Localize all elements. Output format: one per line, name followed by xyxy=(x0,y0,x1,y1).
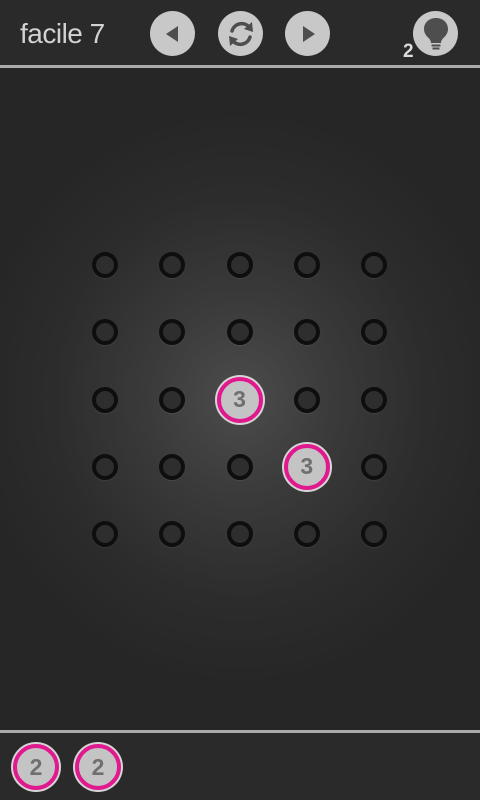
board-hole[interactable] xyxy=(293,319,320,346)
board-hole[interactable] xyxy=(361,453,387,480)
board-hole[interactable] xyxy=(293,521,320,547)
board-hole[interactable] xyxy=(226,521,253,547)
tray-number-token[interactable]: 2 xyxy=(13,744,59,790)
board-hole[interactable] xyxy=(226,453,253,480)
tray-number-token[interactable]: 2 xyxy=(75,744,121,790)
board-hole[interactable] xyxy=(92,453,118,480)
previous-level-button[interactable] xyxy=(150,11,195,56)
game-board: 33 xyxy=(0,68,480,730)
restart-button[interactable] xyxy=(218,11,263,56)
board-hole[interactable] xyxy=(159,319,186,346)
top-bar: facile 7 2 xyxy=(0,0,480,66)
board-hole[interactable] xyxy=(92,252,118,278)
board-hole[interactable] xyxy=(159,252,186,278)
level-title: facile 7 xyxy=(20,18,105,49)
placed-number-token[interactable]: 3 xyxy=(216,376,263,423)
board-hole[interactable] xyxy=(361,319,387,346)
triangle-left-icon xyxy=(165,25,178,42)
hint-button[interactable] xyxy=(413,11,458,56)
board-hole[interactable] xyxy=(159,386,186,413)
next-level-button[interactable] xyxy=(285,11,330,56)
board-hole[interactable] xyxy=(92,386,118,413)
board-hole[interactable] xyxy=(226,252,253,278)
hint-count: 2 xyxy=(403,41,414,62)
board-hole[interactable] xyxy=(159,453,186,480)
board-hole[interactable] xyxy=(92,319,118,346)
board-hole[interactable] xyxy=(361,521,387,547)
board-hole[interactable] xyxy=(226,319,253,346)
board-hole[interactable] xyxy=(92,521,118,547)
triangle-right-icon xyxy=(302,25,315,42)
board-hole[interactable] xyxy=(293,252,320,278)
board-hole[interactable] xyxy=(361,252,387,278)
board-hole[interactable] xyxy=(159,521,186,547)
placed-number-token[interactable]: 3 xyxy=(283,443,330,490)
refresh-icon xyxy=(228,21,253,46)
token-tray: 22 xyxy=(0,733,480,800)
board-hole[interactable] xyxy=(293,386,320,413)
lightbulb-icon xyxy=(423,17,448,49)
board-hole[interactable] xyxy=(361,386,387,413)
